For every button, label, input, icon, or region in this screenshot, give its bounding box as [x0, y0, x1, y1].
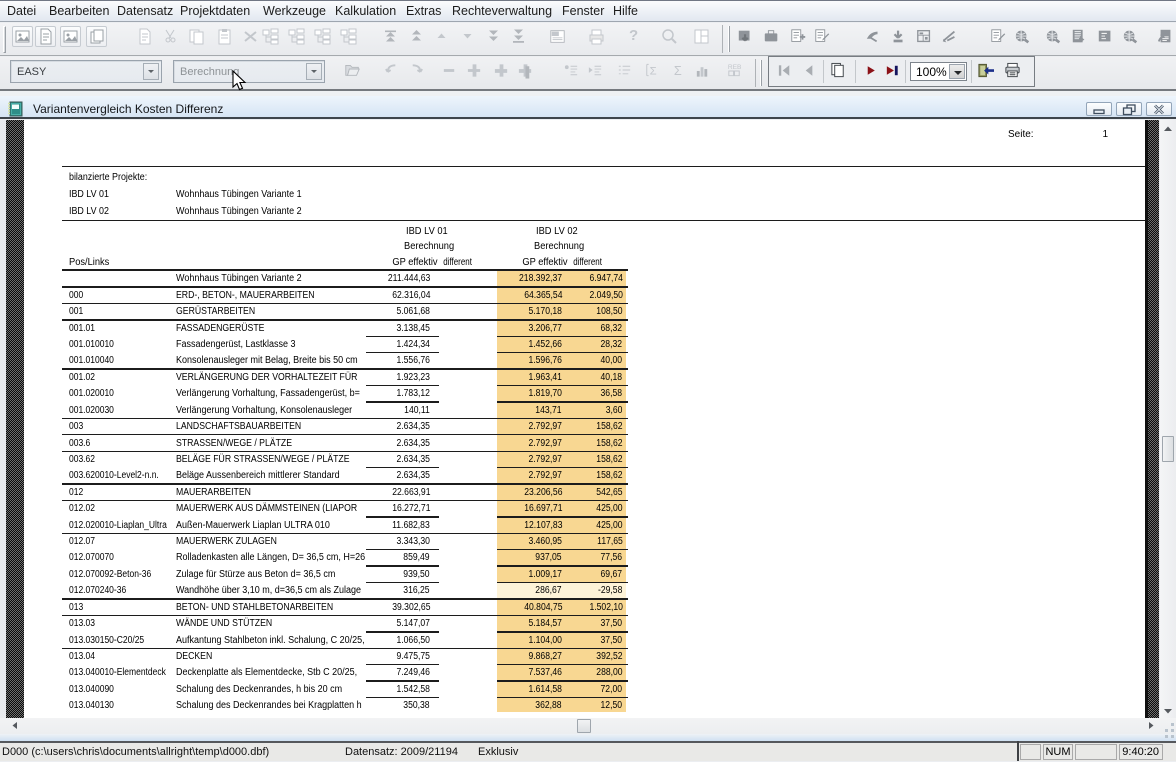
svg-text:Σ: Σ: [674, 63, 682, 78]
svg-text:Σ: Σ: [650, 66, 657, 78]
svg-text:REB: REB: [728, 64, 742, 71]
